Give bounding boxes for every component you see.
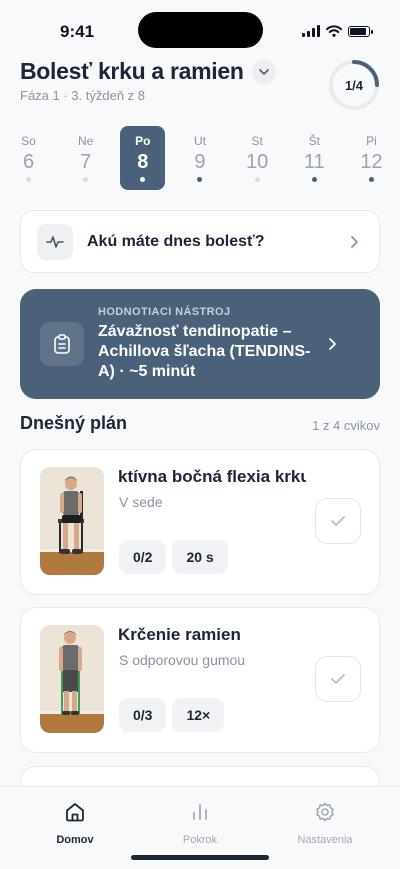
day-name: Št xyxy=(308,134,320,148)
clipboard-icon xyxy=(40,322,84,366)
sets-pill: 0/2 xyxy=(119,540,167,574)
day-status-dot xyxy=(311,177,317,182)
day-status-dot xyxy=(26,177,31,182)
exercise-name: ktívna bočná flexia krku xyxy=(118,467,306,486)
program-switcher-button[interactable] xyxy=(251,59,276,84)
day-name: So xyxy=(21,134,36,148)
assessment-tool-tag: HODNOTIACI NÁSTROJ xyxy=(98,306,231,318)
assessment-tool-text: HODNOTIACI NÁSTROJ Závažnosť tendinopati… xyxy=(98,306,316,382)
assessment-tool-card[interactable]: HODNOTIACI NÁSTROJ Závažnosť tendinopati… xyxy=(20,289,380,399)
tab-progress[interactable]: Pokrok xyxy=(150,801,250,846)
dynamic-island xyxy=(138,12,263,48)
tab-home-label: Domov xyxy=(56,834,94,846)
plan-title: Dnešný plán xyxy=(20,413,128,433)
day-status-dot xyxy=(368,177,374,182)
header-title-row: Bolesť krku a ramien xyxy=(20,58,276,85)
tab-settings-label: Nastavenia xyxy=(297,834,353,846)
pulse-icon xyxy=(37,223,73,260)
day-name: Pi xyxy=(366,134,377,148)
day-status-dot xyxy=(197,177,203,182)
page-title: Bolesť krku a ramien xyxy=(20,58,244,84)
day-status-dot xyxy=(140,177,146,182)
progress-label: 1/4 xyxy=(344,77,364,93)
cellular-signal-icon xyxy=(302,25,320,37)
exercise-subtitle: S odporovou gumou xyxy=(119,652,246,668)
day-saturday[interactable]: So 6 xyxy=(6,126,51,190)
checkmark-icon xyxy=(331,674,345,684)
home-indicator xyxy=(131,855,269,860)
dose-pill: 20 s xyxy=(172,540,228,574)
sets-pill: 0/3 xyxy=(119,698,167,732)
day-thursday[interactable]: Št 11 xyxy=(292,126,337,190)
day-date: 7 xyxy=(80,151,92,173)
tab-home[interactable]: Domov xyxy=(25,801,125,846)
bar-chart-icon xyxy=(193,804,207,820)
chevron-down-icon xyxy=(258,68,269,75)
day-monday-selected[interactable]: Po 8 xyxy=(120,126,166,190)
exercise-name: Krčenie ramien xyxy=(118,625,241,644)
day-date: 6 xyxy=(22,151,35,173)
day-sunday[interactable]: Ne 7 xyxy=(63,126,108,190)
app-screen: 9:41 Bolesť krku a ramien Fáza 1 · 3. tý… xyxy=(0,0,400,869)
day-status-dot xyxy=(83,177,89,182)
day-name: Ut xyxy=(193,134,206,148)
status-bar: 9:41 xyxy=(0,0,400,62)
wifi-icon xyxy=(326,25,342,37)
day-wednesday[interactable]: St 10 xyxy=(235,126,280,190)
chevron-right-icon xyxy=(351,235,358,248)
page-subtitle: Fáza 1 · 3. týždeň z 8 xyxy=(20,88,146,103)
status-icons xyxy=(302,25,373,37)
complete-exercise-button[interactable] xyxy=(315,656,361,702)
day-name: Po xyxy=(135,134,151,148)
complete-exercise-button[interactable] xyxy=(315,498,361,544)
tab-progress-label: Pokrok xyxy=(182,834,218,846)
day-date: 10 xyxy=(246,151,269,173)
exercise-card[interactable]: Krčenie ramien S odporovou gumou 0/3 12× xyxy=(20,607,380,753)
dose-pill: 12× xyxy=(172,698,225,732)
day-name: Ne xyxy=(77,134,94,148)
plan-count: 1 z 4 cvikov xyxy=(312,418,380,433)
day-date: 8 xyxy=(137,151,149,173)
exercise-card[interactable]: ktívna bočná flexia krku V sede 0/2 20 s xyxy=(20,449,380,595)
pain-checkin-card[interactable]: Akú máte dnes bolesť? xyxy=(20,210,380,273)
exercise-stats: 0/2 20 s xyxy=(119,540,228,574)
tab-settings[interactable]: Nastavenia xyxy=(275,801,375,846)
exercise-subtitle: V sede xyxy=(119,494,163,510)
chevron-right-icon xyxy=(329,338,336,350)
exercise-photo xyxy=(40,625,104,733)
day-date: 11 xyxy=(303,151,325,173)
assessment-tool-title: Závažnosť tendinopatie – Achillova šľach… xyxy=(98,323,311,380)
day-friday[interactable]: Pi 12 xyxy=(349,126,394,190)
day-date: 9 xyxy=(194,151,206,173)
exercise-photo xyxy=(40,467,104,575)
day-tuesday[interactable]: Ut 9 xyxy=(177,126,222,190)
week-strip: So 6 Ne 7 Po 8 Ut 9 St 10 Št 11 Pi 12 xyxy=(6,126,394,190)
home-icon xyxy=(66,803,84,822)
day-date: 12 xyxy=(360,151,383,173)
gear-icon xyxy=(316,802,334,822)
battery-icon xyxy=(348,25,373,37)
exercise-stats: 0/3 12× xyxy=(119,698,225,732)
status-time: 9:41 xyxy=(60,22,95,41)
day-name: St xyxy=(251,134,263,148)
day-status-dot xyxy=(254,177,260,182)
checkmark-icon xyxy=(331,516,345,526)
pain-checkin-label: Akú máte dnes bolesť? xyxy=(87,232,265,250)
